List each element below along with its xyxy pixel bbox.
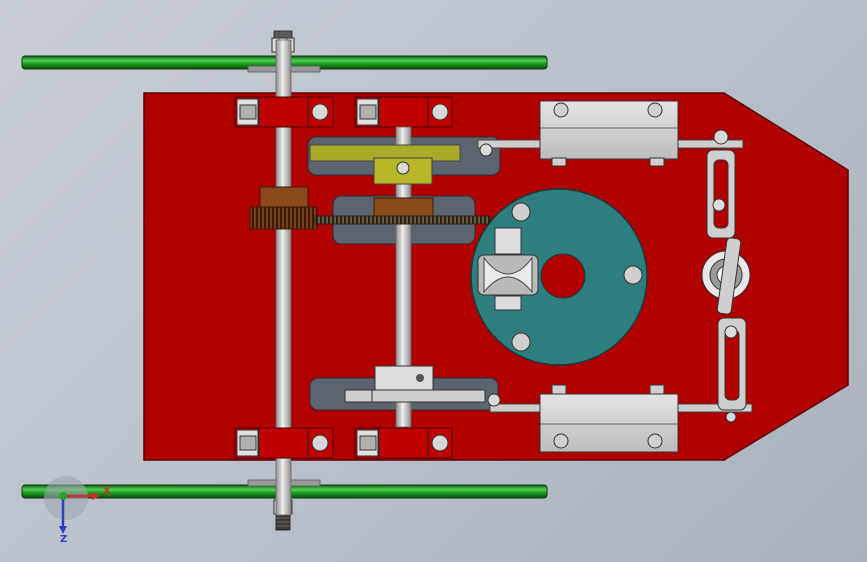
driven-gear[interactable]	[373, 197, 434, 217]
lower-linkage-arm[interactable]	[717, 317, 747, 423]
drive-gear[interactable]	[249, 186, 318, 230]
z-axis-label: Z	[60, 534, 67, 545]
upper-slider-block[interactable]	[539, 100, 679, 167]
bearing-block-bottom-left[interactable]	[234, 427, 334, 459]
bearing-block-bottom-right[interactable]	[354, 427, 453, 459]
x-axis-label: X	[103, 486, 111, 497]
assembly-drawing: X Z	[21, 30, 849, 545]
bearing-block-top-right[interactable]	[354, 96, 453, 128]
cad-3d-viewport[interactable]: X Z	[0, 0, 867, 562]
lower-slider-block[interactable]	[539, 384, 679, 453]
gear-rack[interactable]	[314, 215, 491, 225]
bearing-block-top-left[interactable]	[234, 96, 334, 128]
y-axis-dot	[59, 492, 67, 500]
